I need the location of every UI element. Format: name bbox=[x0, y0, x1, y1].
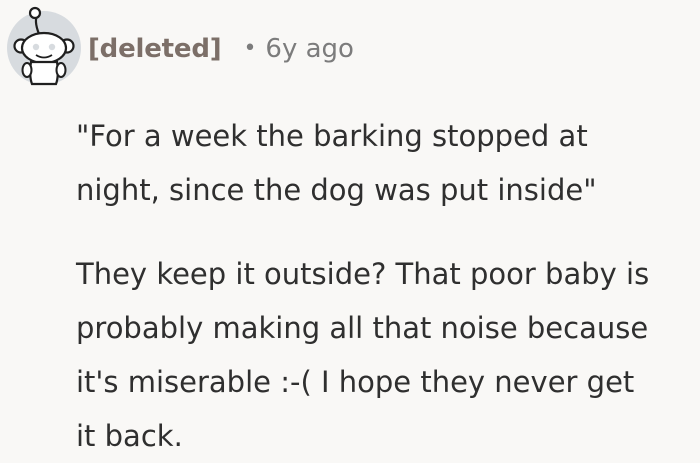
avatar[interactable] bbox=[5, 4, 83, 86]
comment-body: "For a week the barking stopped at night… bbox=[76, 109, 688, 463]
comment-quote: "For a week the barking stopped at night… bbox=[76, 119, 597, 207]
comment-text: They keep it outside? That poor baby is … bbox=[76, 257, 650, 453]
comment: [deleted] • 6y ago "For a week the barki… bbox=[0, 0, 700, 453]
author-name[interactable]: [deleted] bbox=[88, 34, 222, 64]
timestamp[interactable]: 6y ago bbox=[265, 34, 354, 64]
snoo-avatar-icon bbox=[7, 6, 81, 86]
comment-meta: [deleted] • 6y ago bbox=[88, 30, 354, 68]
separator-dot: • bbox=[243, 35, 257, 61]
